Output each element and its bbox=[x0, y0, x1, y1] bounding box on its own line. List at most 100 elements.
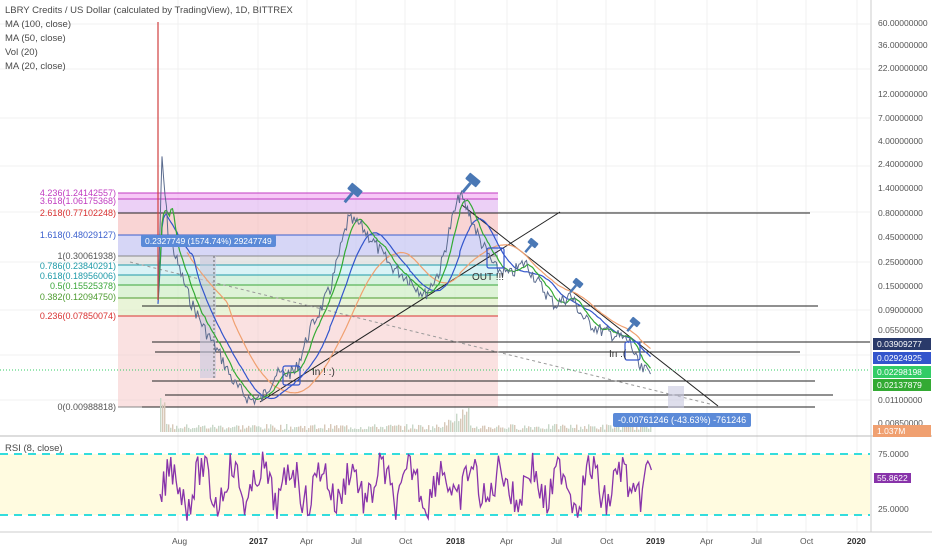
volume-bar bbox=[274, 427, 276, 432]
volume-bar bbox=[426, 429, 428, 432]
volume-bar bbox=[296, 427, 298, 432]
study-vol[interactable]: Vol (20) bbox=[5, 46, 293, 60]
time-tick: 2018 bbox=[446, 536, 465, 546]
volume-bar bbox=[314, 424, 316, 432]
time-tick: Apr bbox=[700, 536, 714, 546]
volume-bar bbox=[404, 426, 406, 432]
volume-bar bbox=[500, 427, 502, 432]
volume-bar bbox=[334, 425, 336, 432]
volume-bar bbox=[396, 425, 398, 432]
rsi-tick-lower: 25.0000 bbox=[878, 504, 909, 514]
volume-bar bbox=[520, 429, 522, 432]
study-ma50[interactable]: MA (50, close) bbox=[5, 32, 293, 46]
volume-bar bbox=[440, 427, 442, 432]
study-ma20[interactable]: MA (20, close) bbox=[5, 60, 293, 74]
volume-bar bbox=[292, 429, 294, 432]
volume-bar bbox=[406, 424, 408, 432]
volume-bar bbox=[352, 429, 354, 432]
volume-bar bbox=[192, 428, 194, 432]
rsi-value-tag: 55.8622 bbox=[874, 473, 911, 483]
volume-bar bbox=[640, 426, 642, 432]
volume-bar bbox=[568, 428, 570, 432]
volume-bar bbox=[398, 424, 400, 432]
price-tag-last: 0.02298198 bbox=[873, 366, 931, 378]
volume-bar bbox=[394, 425, 396, 432]
volume-bar bbox=[288, 429, 290, 432]
time-tick: Apr bbox=[500, 536, 514, 546]
volume-bar bbox=[410, 428, 412, 432]
price-pane[interactable] bbox=[0, 0, 932, 550]
volume-bar bbox=[480, 428, 482, 432]
price-tick: 4.00000000 bbox=[878, 136, 923, 146]
volume-bar bbox=[354, 428, 356, 432]
volume-bar bbox=[402, 429, 404, 432]
symbol-title[interactable]: LBRY Credits / US Dollar (calculated by … bbox=[5, 4, 293, 18]
volume-bar bbox=[470, 425, 472, 432]
volume-bar bbox=[448, 419, 450, 432]
note-in[interactable]: In ! :) bbox=[312, 367, 335, 378]
volume-bar bbox=[594, 426, 596, 432]
volume-bar bbox=[248, 425, 250, 432]
study-ma100[interactable]: MA (100, close) bbox=[5, 18, 293, 32]
time-axis[interactable]: Aug 2017 Apr Jul Oct 2018 Apr Jul Oct 20… bbox=[0, 532, 870, 550]
fib-label: 0.5(0.15525378) bbox=[49, 281, 116, 291]
measure-label-down[interactable]: -0.00761246 (-43.63%) -761246 bbox=[613, 413, 752, 427]
chart-legend: LBRY Credits / US Dollar (calculated by … bbox=[5, 4, 293, 74]
volume-bar bbox=[366, 429, 368, 432]
volume-bar bbox=[194, 428, 196, 432]
note-in-sad[interactable]: In :( bbox=[609, 349, 626, 360]
volume-bar bbox=[614, 427, 616, 432]
volume-bar bbox=[494, 428, 496, 432]
volume-bar bbox=[322, 428, 324, 432]
volume-bar bbox=[244, 428, 246, 432]
volume-bar bbox=[430, 429, 432, 432]
volume-bar bbox=[488, 426, 490, 432]
volume-bar bbox=[356, 429, 358, 432]
volume-bar bbox=[476, 426, 478, 432]
volume-bar bbox=[212, 424, 214, 432]
volume-bar bbox=[424, 429, 426, 432]
note-out[interactable]: OUT !!! bbox=[472, 272, 504, 283]
rsi-band bbox=[0, 454, 870, 515]
volume-bar bbox=[238, 425, 240, 432]
volume-bar bbox=[342, 425, 344, 432]
volume-bar bbox=[432, 426, 434, 432]
time-tick: Oct bbox=[600, 536, 614, 546]
volume-bar bbox=[566, 427, 568, 432]
volume-bar bbox=[572, 427, 574, 432]
fib-label: 0(0.00988818) bbox=[57, 402, 116, 412]
volume-bar bbox=[648, 428, 650, 432]
volume-bar bbox=[638, 429, 640, 432]
fib-label: 1(0.30061938) bbox=[57, 251, 116, 261]
volume-bar bbox=[516, 428, 518, 432]
volume-bar bbox=[316, 428, 318, 432]
volume-bar bbox=[510, 424, 512, 432]
volume-bar bbox=[282, 429, 284, 432]
volume-bar bbox=[332, 428, 334, 432]
volume-bar bbox=[368, 426, 370, 432]
volume-bar bbox=[620, 429, 622, 432]
volume-bar bbox=[506, 428, 508, 432]
volume-bar bbox=[532, 429, 534, 432]
volume-bar bbox=[320, 427, 322, 432]
rsi-scale[interactable]: 75.0000 55.8622 25.0000 bbox=[872, 437, 932, 532]
volume-bar bbox=[378, 429, 380, 432]
rsi-legend[interactable]: RSI (8, close) bbox=[5, 443, 63, 454]
volume-bar bbox=[632, 426, 634, 432]
volume-bar bbox=[642, 426, 644, 432]
volume-bar bbox=[162, 404, 164, 432]
price-tick: 2.40000000 bbox=[878, 159, 923, 169]
volume-bar bbox=[276, 429, 278, 432]
volume-bar bbox=[466, 411, 468, 432]
volume-bar bbox=[608, 425, 610, 432]
measure-label-up[interactable]: 0.2327749 (1574.74%) 29247749 bbox=[141, 235, 276, 247]
fib-label: 2.618(0.77102248) bbox=[39, 208, 116, 218]
price-tick: 0.09000000 bbox=[878, 305, 923, 315]
price-tag: 0.03909277 bbox=[873, 338, 931, 350]
volume-bar bbox=[524, 425, 526, 432]
volume-bar bbox=[370, 426, 372, 432]
volume-bar bbox=[508, 427, 510, 432]
volume-bar bbox=[188, 427, 190, 432]
volume-bar bbox=[384, 429, 386, 432]
price-tick: 0.45000000 bbox=[878, 232, 923, 242]
